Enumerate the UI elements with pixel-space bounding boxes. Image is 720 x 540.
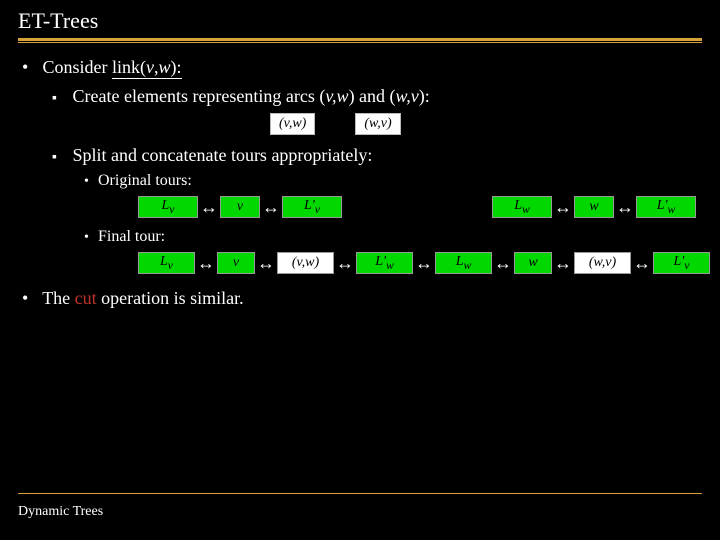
text: ): xyxy=(419,86,430,106)
footer-rule xyxy=(18,493,702,494)
box-w: w xyxy=(574,196,614,218)
box-v: v xyxy=(220,196,260,218)
slide: ET-Trees Consider link(v,w): Create elem… xyxy=(0,0,720,540)
original-tours-row: Lv ↔ v ↔ L'v Lw ↔ w ↔ L'w xyxy=(138,196,710,218)
arrow-icon: ↔ xyxy=(195,254,217,272)
tour-list: Original tours: xyxy=(70,172,710,190)
text: operation is similar. xyxy=(97,288,244,308)
box-arc-wv: (w,v) xyxy=(574,252,631,274)
arc-boxes-row: (v,w) (w,v) xyxy=(270,113,710,135)
arrow-icon: ↔ xyxy=(614,198,636,216)
box-Lpv: L'v xyxy=(282,196,342,218)
text: Create elements representing arcs ( xyxy=(73,86,326,106)
arrow-icon: ↔ xyxy=(334,254,356,272)
arrow-icon: ↔ xyxy=(631,254,653,272)
text: Split and concatenate tours appropriatel… xyxy=(73,145,373,165)
text: ) and ( xyxy=(349,86,396,106)
bullet-text: Consider xyxy=(43,57,113,77)
text: The xyxy=(42,288,74,308)
box-arc-vw: (v,w) xyxy=(277,252,334,274)
arrow-icon: ↔ xyxy=(255,254,277,272)
slide-title: ET-Trees xyxy=(18,8,702,34)
box-Lpw: L'w xyxy=(356,252,413,274)
footer-text: Dynamic Trees xyxy=(18,504,103,520)
bullet-link: Consider link(v,w): Create elements repr… xyxy=(40,57,710,274)
arc-box-vw: (v,w) xyxy=(270,113,315,135)
arrow-icon: ↔ xyxy=(198,198,220,216)
final-tour-row: Lv ↔ v ↔ (v,w) ↔ L'w ↔ Lw ↔ w ↔ xyxy=(138,252,710,274)
arc-box-wv: (w,v) xyxy=(355,113,400,135)
slide-body: Consider link(v,w): Create elements repr… xyxy=(0,57,720,309)
title-rule-thin xyxy=(18,42,702,43)
box-Lv: Lv xyxy=(138,196,198,218)
box-Lv: Lv xyxy=(138,252,195,274)
sub-list: Create elements representing arcs (v,w) … xyxy=(40,86,710,274)
sub-create-arcs: Create elements representing arcs (v,w) … xyxy=(70,86,710,135)
pair-wv: w,v xyxy=(396,86,419,106)
arrow-icon: ↔ xyxy=(552,254,574,272)
cut-keyword: cut xyxy=(75,288,97,308)
arrow-icon: ↔ xyxy=(492,254,514,272)
bullet-cut: The cut operation is similar. xyxy=(40,288,710,309)
bullet-list: Consider link(v,w): Create elements repr… xyxy=(10,57,710,309)
arrow-icon: ↔ xyxy=(552,198,574,216)
arrow-icon: ↔ xyxy=(260,198,282,216)
pair-vw: v,w xyxy=(325,86,348,106)
tour-list: Final tour: xyxy=(70,228,710,246)
final-tour-label: Final tour: xyxy=(100,228,710,246)
box-Lpv: L'v xyxy=(653,252,710,274)
title-rule-thick xyxy=(18,38,702,41)
box-v: v xyxy=(217,252,255,274)
sub-split-concat: Split and concatenate tours appropriatel… xyxy=(70,145,710,274)
original-tours-label: Original tours: xyxy=(100,172,710,190)
arrow-icon: ↔ xyxy=(413,254,435,272)
title-area: ET-Trees xyxy=(0,0,720,43)
box-Lpw: L'w xyxy=(636,196,696,218)
box-Lw: Lw xyxy=(435,252,492,274)
box-Lw: Lw xyxy=(492,196,552,218)
link-operation: link(v,w): xyxy=(112,57,182,79)
box-w: w xyxy=(514,252,552,274)
